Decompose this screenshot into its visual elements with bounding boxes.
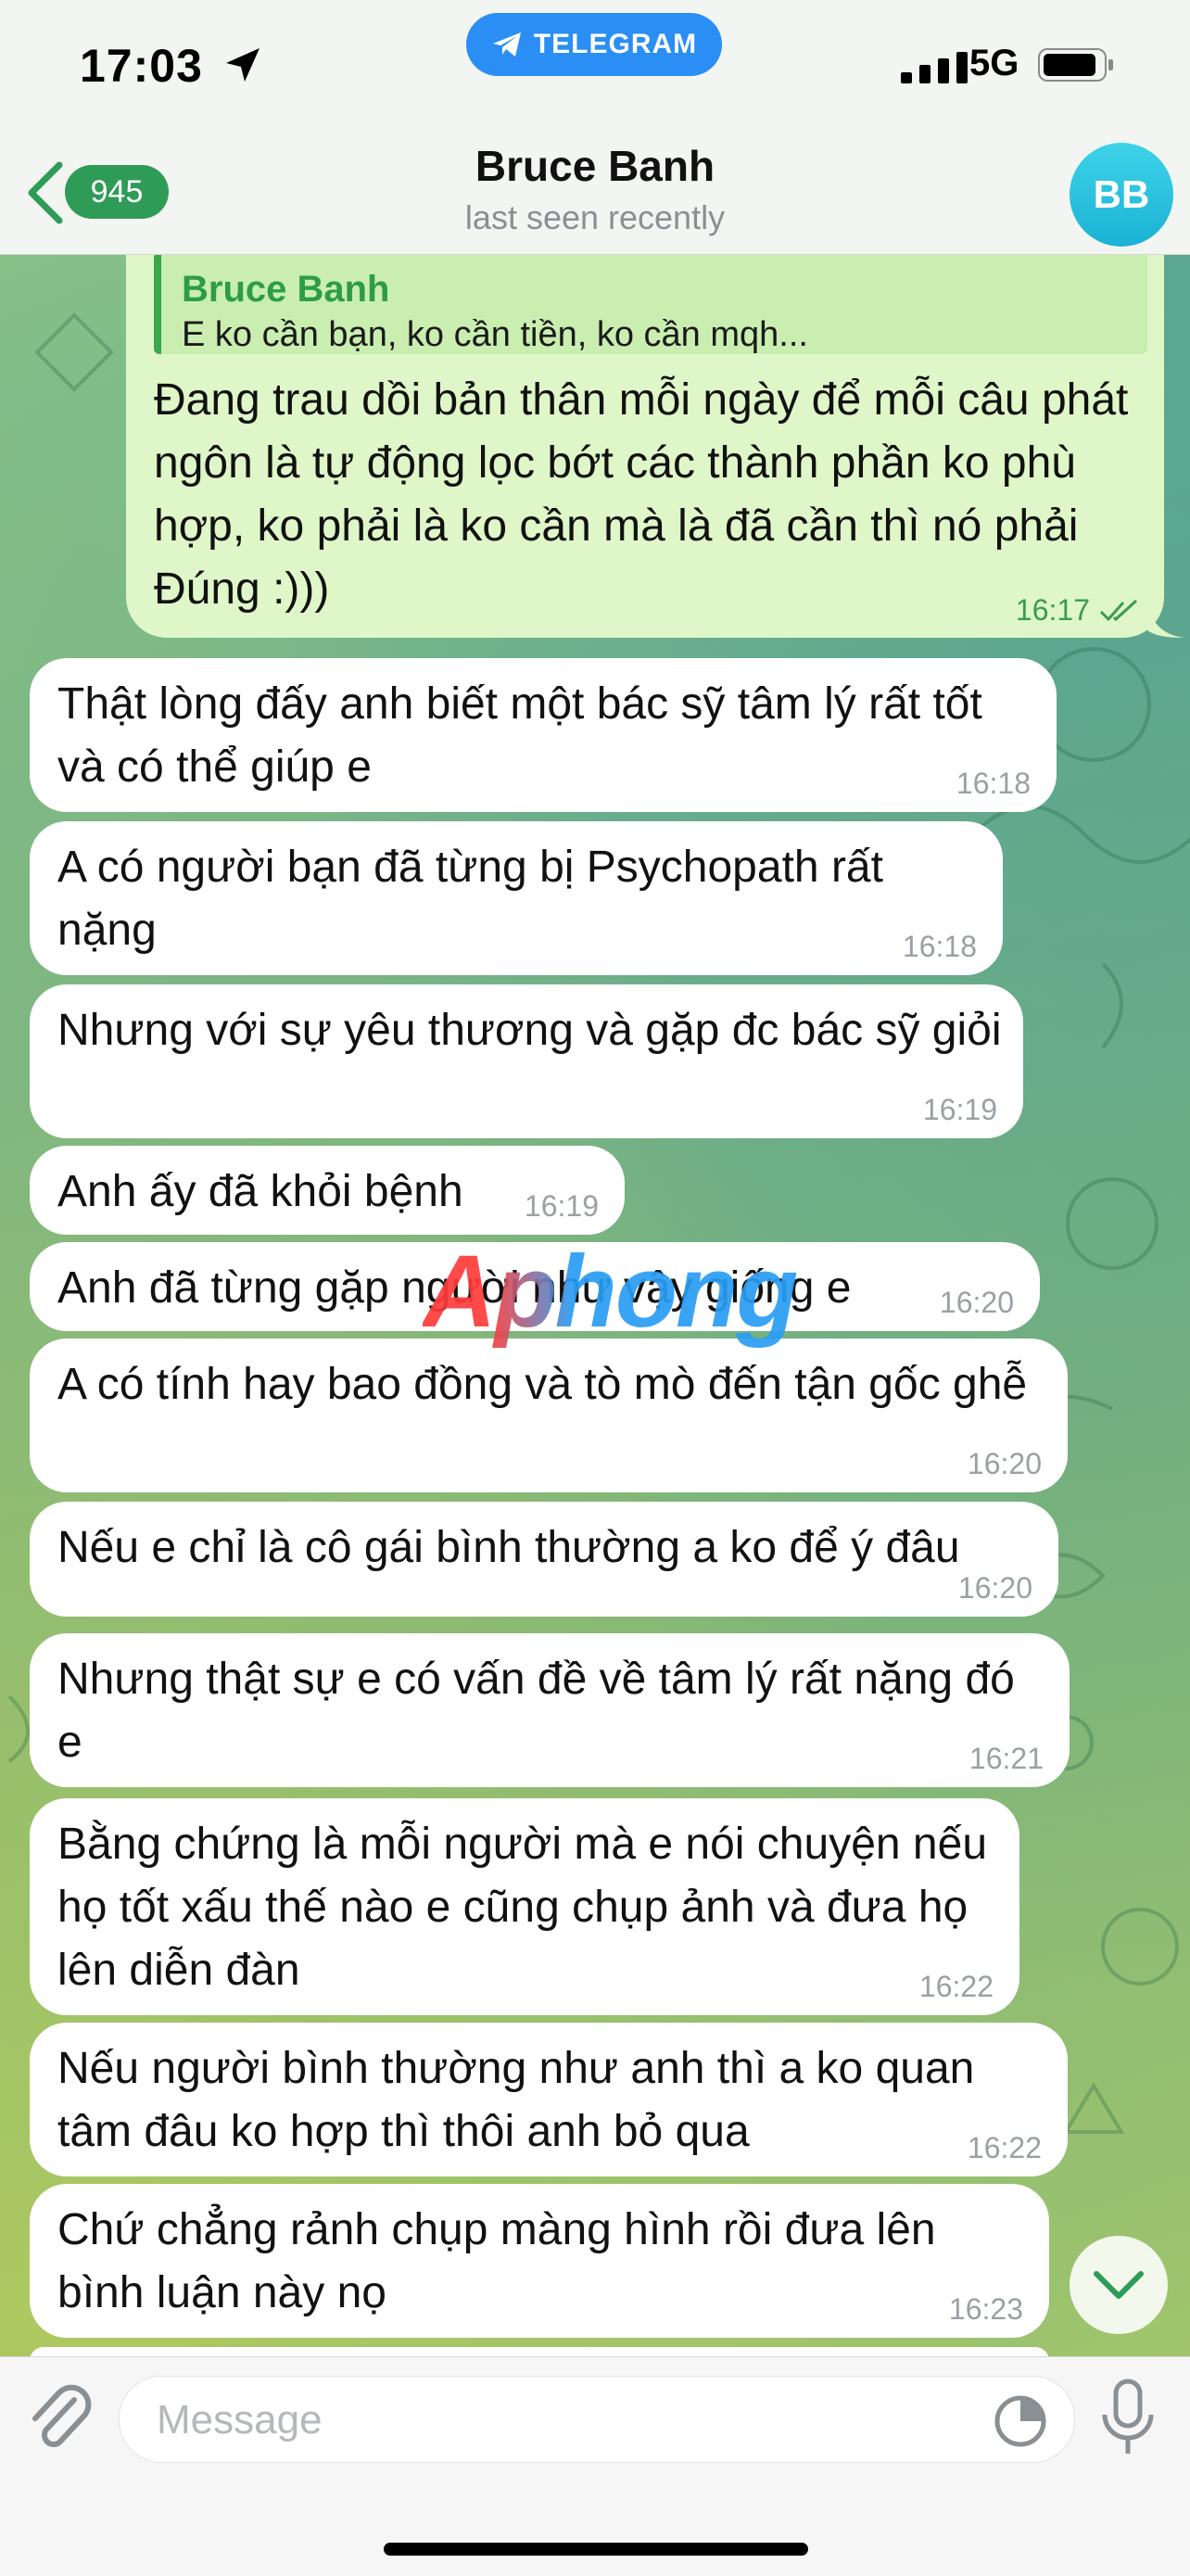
message-text: Nếu e chỉ là cô gái bình thường a ko để … [57,1523,960,1572]
status-time: 17:03 [80,40,203,92]
message-time: 16:21 [968,1742,1044,1775]
watermark-logo: Aphong [423,1235,798,1349]
reply-text: E ko cần bạn, ko cần tiền, ko cần mqh... [182,315,808,354]
paperclip-icon[interactable] [26,2379,93,2457]
incoming-message[interactable]: Nếu người bình thường như anh thì a ko q… [30,2023,1068,2176]
incoming-message[interactable]: Chứ chẳng rảnh chụp màng hình rồi đưa lê… [30,2184,1049,2338]
message-field[interactable] [119,2376,1075,2464]
incoming-message[interactable]: Nếu e chỉ là cô gái bình thường a ko để … [30,1502,1058,1617]
message-time: 16:19 [524,1189,599,1223]
message-input-bar [0,2356,1190,2576]
signal-bars-icon [901,52,968,83]
message-time: 16:17 [1015,593,1090,627]
message-time: 16:18 [902,930,977,963]
bubble-tail [1147,603,1184,638]
incoming-message[interactable]: A có tính hay bao đồng và tò mò đến tận … [30,1339,1068,1492]
message-text: Bằng chứng là mỗi người mà e nói chuyện … [57,1820,988,1995]
incoming-message[interactable]: Nhưng thật sự e có vấn đề về tâm lý rất … [30,1633,1070,1787]
message-text: Đang trau dồi bản thân mỗi ngày để mỗi c… [154,375,1129,614]
message-text: Nhưng thật sự e có vấn đề về tâm lý rất … [57,1655,1015,1767]
message-time: 16:18 [956,767,1031,800]
message-time: 16:20 [967,1447,1042,1480]
message-time: 16:23 [948,2292,1023,2326]
sticker-icon[interactable] [993,2393,1048,2449]
incoming-message[interactable]: A có người bạn đã từng bị Psychopath rất… [30,821,1003,975]
chevron-down-icon [1094,2271,1144,2299]
message-time: 16:19 [922,1093,997,1126]
message-text: Thật lòng đấy anh biết một bác sỹ tâm lý… [57,679,982,792]
incoming-message[interactable]: Nhưng với sự yêu thương và gặp đc bác sỹ… [30,984,1023,1138]
microphone-icon[interactable] [1097,2378,1158,2459]
home-indicator [384,2543,808,2556]
message-time: 16:22 [918,1970,994,2003]
message-input[interactable] [155,2377,956,2464]
last-seen-status: last seen recently [464,198,726,236]
battery-icon [1038,48,1113,82]
incoming-message[interactable]: Bằng chứng là mỗi người mà e nói chuyện … [30,1798,1019,2015]
header-bar: 17:03 TELEGRAM 5G 945 Bruce Banh last se… [0,0,1190,255]
scroll-down-button[interactable] [1070,2236,1168,2334]
incoming-message[interactable]: Thật lòng đấy anh biết một bác sỹ tâm lý… [30,658,1057,812]
avatar[interactable]: BB [1070,143,1173,247]
incoming-message[interactable]: Anh ấy đã khỏi bệnh 16:19 [30,1146,625,1235]
telegram-plane-icon [492,32,521,57]
message-time: 16:20 [957,1571,1032,1605]
message-text: Nếu người bình thường như anh thì a ko q… [57,2044,975,2156]
message-text: Nhưng với sự yêu thương và gặp đc bác sỹ… [57,1006,1002,1055]
telegram-banner-label: TELEGRAM [533,29,698,59]
network-type: 5G [969,43,1019,83]
message-text: Chứ chẳng rảnh chụp màng hình rồi đưa lê… [57,2205,936,2317]
double-check-icon [1099,599,1138,622]
location-arrow-icon [226,48,260,82]
reply-author: Bruce Banh [182,269,390,310]
outgoing-message[interactable]: Bruce Banh E ko cần bạn, ko cần tiền, ko… [126,232,1164,638]
message-text: A có người bạn đã từng bị Psychopath rất… [57,843,883,955]
message-text: Anh ấy đã khỏi bệnh [57,1167,463,1216]
message-text: A có tính hay bao đồng và tò mò đến tận … [57,1360,1028,1409]
message-time: 16:20 [939,1286,1014,1319]
message-time: 16:22 [967,2131,1042,2164]
contact-name[interactable]: Bruce Banh [0,141,1190,191]
telegram-banner[interactable]: TELEGRAM [466,13,722,76]
reply-quote[interactable]: Bruce Banh E ko cần bạn, ko cần tiền, ko… [154,252,1147,354]
